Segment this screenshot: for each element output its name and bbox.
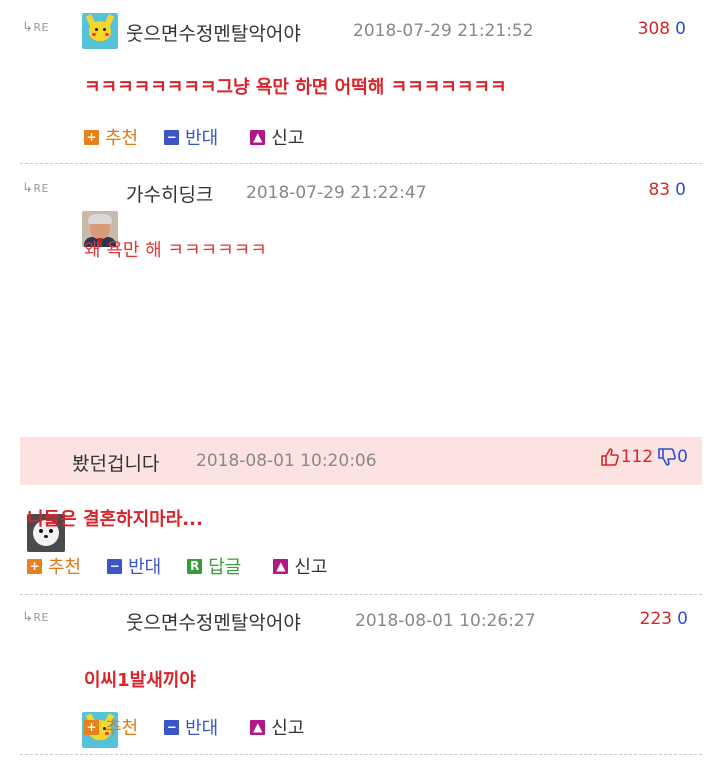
reply-indicator: ↳RE (22, 181, 49, 196)
comment-body: 니들은 결혼하지마라... (27, 509, 203, 530)
recommend-button[interactable]: + 추천 (84, 124, 138, 150)
plus-box-icon: + (27, 558, 42, 574)
nickname[interactable]: 봤던겁니다 (72, 449, 159, 476)
divider (20, 594, 702, 595)
nickname[interactable]: 웃으면수정멘탈악어야 (126, 19, 301, 46)
up-count: 83 (648, 180, 671, 200)
reply-arrow-icon: ↳ (22, 20, 34, 35)
divider (20, 163, 702, 164)
comment-body: 왜 욕만 해 ㅋㅋㅋㅋㅋㅋ (84, 240, 267, 261)
vote-counts: 308 0 (638, 19, 686, 39)
minus-box-icon: − (164, 719, 180, 735)
minus-box-icon: − (107, 558, 123, 574)
siren-icon: ▲ (273, 558, 289, 574)
up-count: 223 (639, 609, 673, 629)
reply-arrow-icon: ↳ (22, 181, 34, 196)
down-count: 0 (677, 609, 688, 629)
divider (20, 754, 702, 755)
reply-arrow-icon: ↳ (22, 610, 34, 625)
thumbs-up-icon[interactable] (600, 447, 620, 467)
oppose-button[interactable]: − 반대 (164, 714, 218, 740)
thumbs-down-icon[interactable] (657, 447, 677, 467)
up-count: 308 (637, 19, 671, 39)
comment-date: 2018-08-01 10:26:27 (355, 611, 536, 631)
reply-indicator: ↳RE (22, 20, 49, 35)
reply-button[interactable]: R 답글 (187, 553, 241, 579)
plus-box-icon: + (84, 129, 99, 145)
comment-actions: + 추천 − 반대 R 답글 ▲ 신고 (27, 553, 354, 579)
vote-counts: 83 0 (648, 180, 686, 200)
avatar[interactable] (82, 13, 118, 49)
nickname[interactable]: 웃으면수정멘탈악어야 (126, 608, 301, 635)
comment-date: 2018-08-01 10:20:06 (196, 451, 377, 471)
reply-indicator: ↳RE (22, 610, 49, 625)
report-button[interactable]: ▲ 신고 (273, 553, 328, 579)
comment-date: 2018-07-29 21:21:52 (353, 21, 534, 41)
up-count: 112 (620, 447, 654, 467)
siren-icon: ▲ (250, 719, 266, 735)
nickname[interactable]: 가수히딩크 (126, 180, 213, 207)
comment-date: 2018-07-29 21:22:47 (246, 183, 427, 203)
recommend-button[interactable]: + 추천 (27, 553, 81, 579)
comment-actions: + 추천 − 반대 ▲ 신고 (84, 124, 330, 150)
r-box-icon: R (187, 558, 203, 574)
oppose-button[interactable]: − 반대 (107, 553, 161, 579)
comment-body: 이씨1발새끼야 (84, 670, 196, 691)
comment-body: ㅋㅋㅋㅋㅋㅋㅋㅋ그냥 욕만 하면 어떡해 ㅋㅋㅋㅋㅋㅋㅋ (84, 77, 507, 98)
down-count: 0 (675, 19, 686, 39)
report-button[interactable]: ▲ 신고 (250, 124, 304, 150)
siren-icon: ▲ (250, 129, 266, 145)
comment-actions: + 추천 − 반대 ▲ 신고 (84, 714, 330, 740)
report-button[interactable]: ▲ 신고 (250, 714, 304, 740)
oppose-button[interactable]: − 반대 (164, 124, 218, 150)
vote-counts: 112 0 (600, 447, 688, 467)
comment-1: ↳RE 웃으면수정멘탈악어야 2018-07-29 21:21:52 308 0… (0, 0, 708, 149)
down-count: 0 (675, 180, 686, 200)
recommend-button[interactable]: + 추천 (84, 714, 138, 740)
vote-counts: 223 0 (640, 609, 688, 629)
minus-box-icon: − (164, 129, 180, 145)
plus-box-icon: + (84, 719, 99, 735)
down-count: 0 (677, 447, 688, 467)
